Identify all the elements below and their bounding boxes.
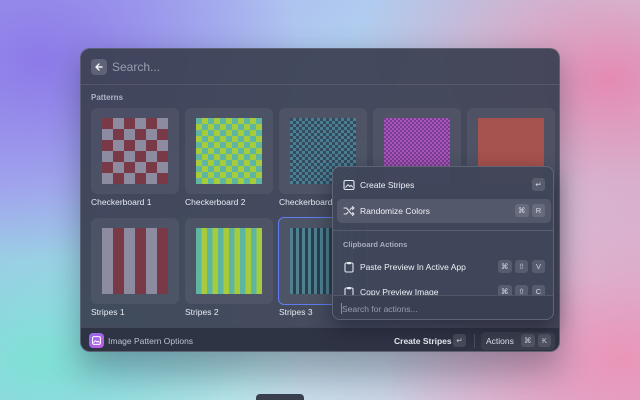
shift-key-hint: ⇧ bbox=[515, 260, 528, 273]
extension-title: Image Pattern Options bbox=[108, 336, 194, 346]
pattern-preview bbox=[196, 228, 262, 294]
clipboard-icon bbox=[344, 262, 354, 273]
actions-label: Actions bbox=[486, 336, 514, 346]
pattern-preview bbox=[102, 118, 168, 184]
k-key-hint: K bbox=[538, 334, 551, 347]
menu-item-label: Paste Preview In Active App bbox=[360, 262, 466, 272]
tile-label: Stripes 2 bbox=[185, 307, 219, 317]
search-bar: Search... bbox=[81, 49, 559, 85]
enter-key-hint: ↵ bbox=[532, 178, 545, 191]
primary-action-button[interactable]: Create Stripes bbox=[394, 336, 452, 346]
divider bbox=[474, 334, 475, 348]
dock-edge bbox=[256, 394, 304, 400]
section-title: Patterns bbox=[91, 93, 124, 102]
menu-item-paste-preview[interactable]: Paste Preview In Active App ⌘ ⇧ V bbox=[337, 255, 551, 279]
pattern-preview bbox=[196, 118, 262, 184]
tile-stripes-1[interactable] bbox=[91, 218, 179, 304]
arrow-left-icon bbox=[95, 63, 103, 71]
image-icon bbox=[92, 336, 101, 345]
actions-search-input[interactable]: Search for actions... bbox=[342, 304, 418, 314]
menu-item-label: Create Stripes bbox=[360, 180, 415, 190]
tile-label: Checkerboard 1 bbox=[91, 197, 152, 207]
enter-key-hint: ↵ bbox=[453, 334, 466, 347]
search-input[interactable]: Search... bbox=[112, 60, 160, 74]
menu-section-title: Clipboard Actions bbox=[343, 240, 408, 249]
extension-icon bbox=[89, 333, 104, 348]
menu-divider bbox=[333, 230, 553, 231]
pattern-preview bbox=[102, 228, 168, 294]
tile-checkerboard-2[interactable] bbox=[185, 108, 273, 194]
window-shadow bbox=[70, 355, 570, 385]
tile-label: Stripes 3 bbox=[279, 307, 313, 317]
cmd-key-hint: ⌘ bbox=[498, 260, 512, 273]
image-icon bbox=[343, 179, 355, 191]
menu-item-create-stripes[interactable]: Create Stripes ↵ bbox=[337, 173, 551, 197]
v-key-hint: V bbox=[532, 260, 545, 273]
tile-stripes-2[interactable] bbox=[185, 218, 273, 304]
cmd-key-hint: ⌘ bbox=[515, 204, 529, 217]
tile-checkerboard-1[interactable] bbox=[91, 108, 179, 194]
tile-label: Checkerboard 2 bbox=[185, 197, 246, 207]
menu-item-label: Randomize Colors bbox=[360, 206, 430, 216]
menu-item-randomize-colors[interactable]: Randomize Colors ⌘ R bbox=[337, 199, 551, 223]
cmd-key-hint: ⌘ bbox=[521, 334, 535, 347]
back-button[interactable] bbox=[91, 59, 107, 75]
action-bar: Image Pattern Options Create Stripes ↵ A… bbox=[81, 327, 559, 351]
actions-search-bar: Search for actions... bbox=[333, 295, 553, 319]
tile-label: Stripes 1 bbox=[91, 307, 125, 317]
actions-menu: Create Stripes ↵ Randomize Colors ⌘ R Cl… bbox=[332, 166, 554, 320]
shuffle-icon bbox=[343, 206, 355, 216]
tile-label: Checkerboard bbox=[279, 197, 333, 207]
r-key-hint: R bbox=[532, 204, 545, 217]
